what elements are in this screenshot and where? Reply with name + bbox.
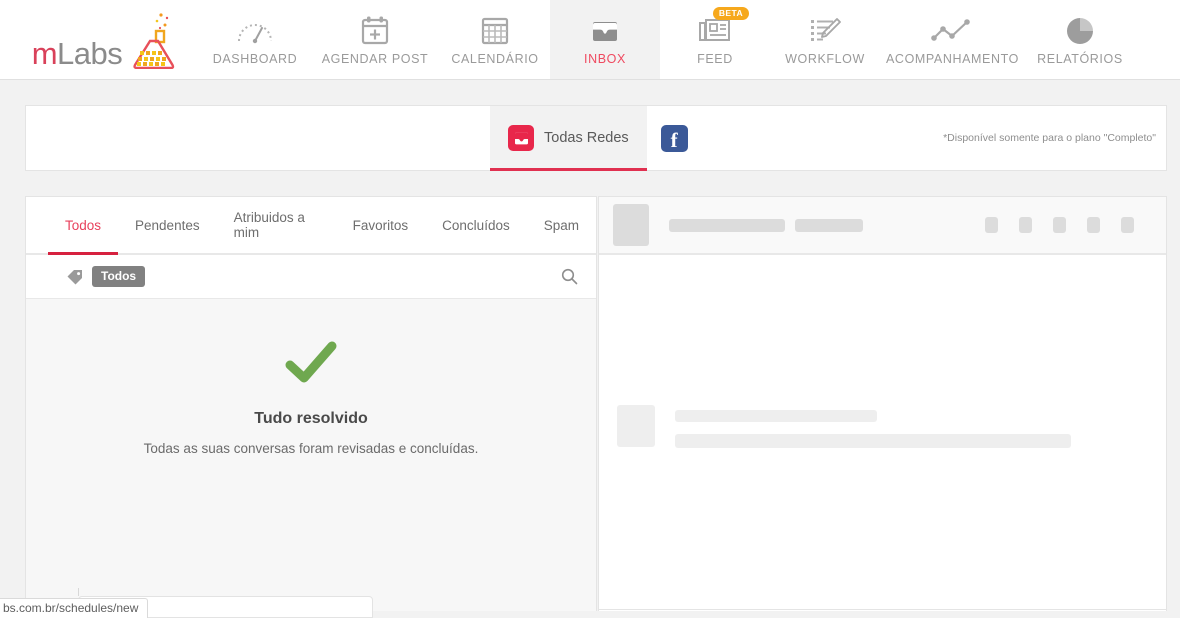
list-pencil-icon bbox=[807, 14, 843, 48]
detail-divider bbox=[599, 609, 1166, 610]
app-logo[interactable]: mLabs bbox=[0, 0, 200, 79]
skeleton-action-button[interactable] bbox=[1019, 217, 1032, 233]
gauge-icon bbox=[236, 14, 274, 48]
skeleton-message-avatar bbox=[617, 405, 655, 447]
detail-action-buttons bbox=[985, 217, 1152, 233]
logo-text-prefix: m bbox=[31, 35, 58, 71]
nav-label-dashboard: DASHBOARD bbox=[212, 51, 298, 66]
skeleton-action-button[interactable] bbox=[985, 217, 998, 233]
skeleton-action-button[interactable] bbox=[1121, 217, 1134, 233]
network-tab-facebook[interactable]: f bbox=[647, 106, 702, 170]
tag-filter-row: Todos bbox=[26, 255, 596, 299]
nav-label-acompanhamento-workflow: WORKFLOW bbox=[785, 51, 865, 66]
tab-atribuidos-a-mim[interactable]: Atribuidos a mim bbox=[217, 197, 336, 253]
search-icon[interactable] bbox=[561, 268, 578, 285]
tab-concluidos-label: Concluídos bbox=[442, 217, 510, 233]
empty-state-subtitle: Todas as suas conversas foram revisadas … bbox=[143, 441, 479, 456]
nav-label-feed: FEED bbox=[697, 51, 733, 66]
tab-favoritos-label: Favoritos bbox=[352, 217, 409, 233]
inbox-icon bbox=[589, 14, 621, 48]
check-mark-icon bbox=[285, 341, 337, 388]
tab-concluidos[interactable]: Concluídos bbox=[425, 197, 527, 253]
skeleton-subtitle-line bbox=[795, 218, 863, 232]
skeleton-title-line bbox=[669, 218, 785, 232]
network-tab-all-label: Todas Redes bbox=[544, 130, 629, 146]
status-bar-tick bbox=[78, 588, 79, 596]
pie-chart-icon bbox=[1064, 14, 1096, 48]
nav-label-inbox: INBOX bbox=[584, 51, 626, 66]
tab-todos-label: Todos bbox=[65, 217, 102, 233]
nav-label-acompanhamento: ACOMPANHAMENTO bbox=[886, 51, 1019, 66]
skeleton-message-line bbox=[675, 410, 877, 422]
network-filter-bar: Todas Redes f *Disponível somente para o… bbox=[25, 105, 1167, 171]
calendar-icon bbox=[479, 14, 511, 48]
top-navigation-bar: mLabs DASHBOARD AGENDAR POST CALENDÁRIO … bbox=[0, 0, 1180, 80]
nav-items-container: DASHBOARD AGENDAR POST CALENDÁRIO INBOX … bbox=[200, 0, 1180, 79]
conversation-filter-tabs: Todos Pendentes Atribuidos a mim Favorit… bbox=[26, 197, 596, 255]
conversation-detail-panel bbox=[598, 196, 1167, 611]
skeleton-avatar bbox=[613, 204, 649, 246]
skeleton-action-button[interactable] bbox=[1087, 217, 1100, 233]
network-bar-spacer bbox=[26, 106, 490, 170]
tab-spam[interactable]: Spam bbox=[527, 197, 596, 253]
plan-availability-note: *Disponível somente para o plano "Comple… bbox=[943, 132, 1156, 144]
tab-pendentes[interactable]: Pendentes bbox=[118, 197, 217, 253]
nav-label-agendar-post: AGENDAR POST bbox=[321, 51, 429, 66]
nav-label-calendario: CALENDÁRIO bbox=[451, 51, 539, 66]
nav-item-relatorios[interactable]: RELATÓRIOS bbox=[1025, 0, 1135, 79]
facebook-icon: f bbox=[660, 124, 688, 152]
beta-badge: BETA bbox=[712, 6, 749, 20]
detail-header-skeleton bbox=[599, 197, 1166, 255]
nav-item-agendar-post[interactable]: AGENDAR POST bbox=[310, 0, 440, 79]
logo-text-suffix: Labs bbox=[57, 35, 123, 71]
flask-logo-icon bbox=[130, 11, 176, 69]
conversations-panel: Todos Pendentes Atribuidos a mim Favorit… bbox=[25, 196, 597, 611]
nav-label-relatorios: RELATÓRIOS bbox=[1037, 51, 1123, 66]
nav-item-feed[interactable]: BETA FEED bbox=[660, 0, 770, 79]
network-tab-all[interactable]: Todas Redes bbox=[490, 106, 647, 171]
nav-item-acompanhamento[interactable]: ACOMPANHAMENTO bbox=[880, 0, 1025, 79]
empty-state: Tudo resolvido Todas as suas conversas f… bbox=[26, 299, 596, 611]
nav-item-calendario[interactable]: CALENDÁRIO bbox=[440, 0, 550, 79]
nav-item-inbox[interactable]: INBOX bbox=[550, 0, 660, 79]
line-chart-icon bbox=[929, 14, 975, 48]
newspaper-icon: BETA bbox=[697, 6, 749, 48]
nav-item-workflow[interactable]: WORKFLOW bbox=[770, 0, 880, 79]
tab-pendentes-label: Pendentes bbox=[135, 217, 200, 233]
empty-state-title: Tudo resolvido bbox=[254, 410, 368, 427]
tab-favoritos[interactable]: Favoritos bbox=[336, 197, 426, 253]
tag-chip-todos[interactable]: Todos bbox=[92, 266, 146, 287]
tag-icon[interactable] bbox=[66, 268, 85, 291]
calendar-plus-icon bbox=[359, 14, 391, 48]
inbox-icon bbox=[508, 125, 534, 151]
skeleton-action-button[interactable] bbox=[1053, 217, 1066, 233]
tab-spam-label: Spam bbox=[543, 217, 579, 233]
status-bar-url: bs.com.br/schedules/new bbox=[0, 598, 149, 618]
skeleton-message-line bbox=[675, 434, 1071, 448]
nav-item-dashboard[interactable]: DASHBOARD bbox=[200, 0, 310, 79]
tab-todos[interactable]: Todos bbox=[48, 197, 119, 255]
detail-body-skeleton bbox=[599, 255, 1166, 610]
skeleton-message bbox=[617, 405, 1071, 448]
tab-atribuidos-a-mim-label: Atribuidos a mim bbox=[233, 210, 305, 240]
